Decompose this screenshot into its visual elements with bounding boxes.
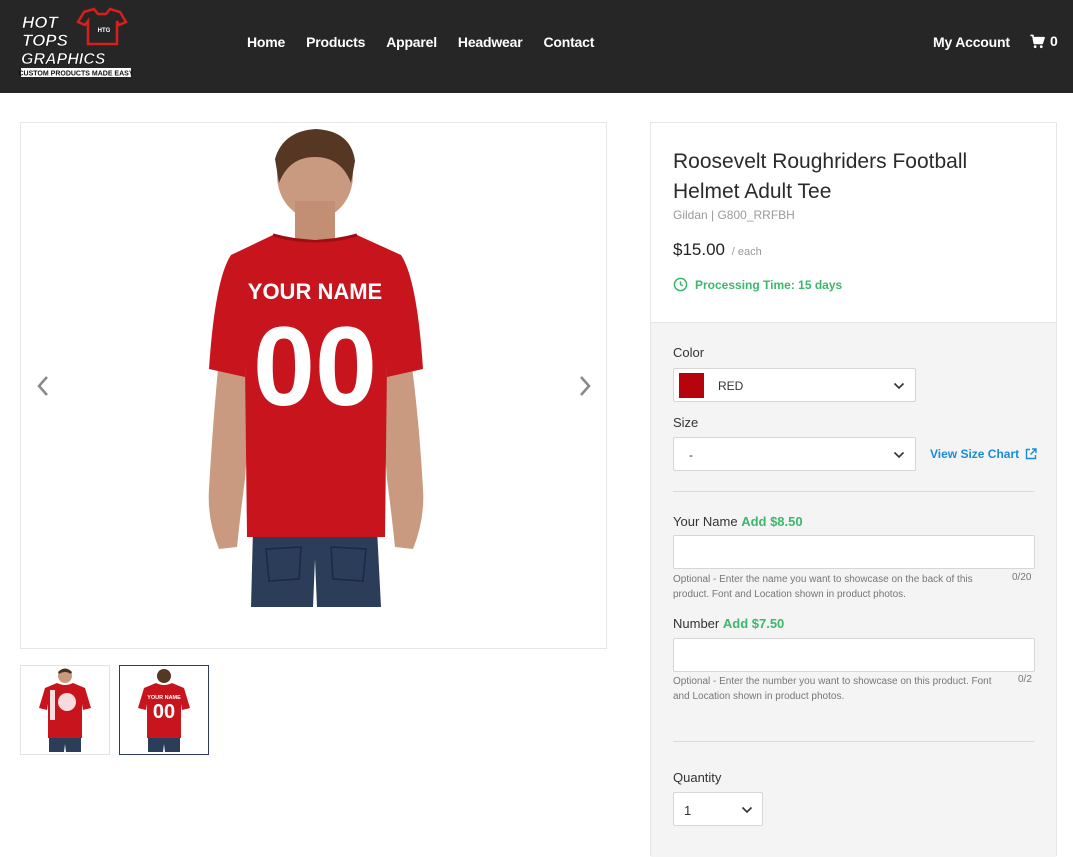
nav-apparel[interactable]: Apparel (386, 34, 437, 50)
chevron-down-icon (741, 805, 753, 815)
svg-text:00: 00 (253, 304, 377, 429)
quantity-divider (673, 741, 1034, 742)
your-name-input[interactable] (673, 535, 1035, 569)
svg-text:00: 00 (153, 701, 175, 723)
product-price: $15.00 / each (673, 240, 762, 260)
clock-icon (673, 277, 688, 292)
view-size-chart-link[interactable]: View Size Chart (930, 447, 1037, 461)
svg-text:HTG: HTG (98, 28, 111, 34)
your-name-char-count: 0/20 (1012, 572, 1032, 583)
size-label: Size (673, 415, 699, 430)
chevron-right-icon (580, 376, 591, 396)
main-product-image: YOUR NAME 00 (191, 129, 441, 607)
svg-text:CUSTOM PRODUCTS MADE EASY: CUSTOM PRODUCTS MADE EASY (19, 71, 134, 78)
color-select-value: RED (718, 379, 744, 393)
processing-time-text: Processing Time: 15 days (695, 277, 843, 292)
size-select-value: - (689, 448, 693, 462)
svg-text:TOPS: TOPS (22, 31, 69, 50)
nav-home[interactable]: Home (247, 34, 285, 50)
price-unit: / each (731, 246, 762, 258)
quantity-label: Quantity (673, 770, 722, 785)
product-gallery: YOUR NAME 00 (20, 122, 607, 649)
svg-text:YOUR NAME: YOUR NAME (248, 279, 382, 304)
shirt-front-thumbnail (39, 668, 91, 752)
number-price-add: Add $7.50 (722, 616, 785, 631)
gallery-prev-button[interactable] (34, 373, 52, 399)
your-name-label: Your Name Add $8.50 (673, 514, 803, 529)
options-divider (673, 491, 1034, 492)
product-options: Color RED Size - View Size Chart Your Na… (651, 322, 1056, 857)
product-details-panel: Roosevelt Roughriders Football Helmet Ad… (650, 122, 1057, 857)
size-chart-label: View Size Chart (930, 447, 1020, 461)
product-sku: Gildan | G800_RRFBH (673, 208, 795, 222)
thumbnail-front[interactable] (20, 665, 110, 755)
svg-text:HOT: HOT (22, 13, 60, 32)
shirt-back-thumbnail: YOUR NAME 00 (138, 669, 190, 752)
price-value: $15.00 (673, 240, 725, 259)
logo-graphic: HTG HOT TOPS GRAPHICS CUSTOM PRODUCTS MA… (19, 7, 134, 78)
number-label: Number Add $7.50 (673, 616, 784, 631)
processing-time: Processing Time: 15 days (673, 277, 842, 292)
nav-products[interactable]: Products (306, 34, 365, 50)
external-link-icon (1025, 448, 1037, 460)
number-char-count: 0/2 (1018, 674, 1032, 685)
chevron-down-icon (893, 450, 905, 460)
number-help: Optional - Enter the number you want to … (673, 676, 992, 702)
color-label: Color (673, 345, 705, 360)
svg-text:GRAPHICS: GRAPHICS (21, 51, 106, 68)
your-name-price-add: Add $8.50 (741, 514, 803, 529)
size-select[interactable]: - (673, 437, 916, 471)
color-select[interactable]: RED (673, 368, 916, 402)
your-name-label-text: Your Name (673, 514, 738, 529)
product-summary: Roosevelt Roughriders Football Helmet Ad… (651, 123, 1056, 322)
gallery-thumbnails: YOUR NAME 00 (20, 665, 209, 755)
cart-button[interactable]: 0 (1030, 33, 1058, 49)
your-name-help: Optional - Enter the name you want to sh… (673, 574, 973, 600)
quantity-value: 1 (684, 803, 692, 818)
number-label-text: Number (673, 616, 720, 631)
chevron-down-icon (893, 381, 905, 391)
color-swatch (679, 373, 704, 398)
gallery-next-button[interactable] (576, 373, 594, 399)
thumbnail-back[interactable]: YOUR NAME 00 (119, 665, 209, 755)
site-header: HTG HOT TOPS GRAPHICS CUSTOM PRODUCTS MA… (0, 0, 1073, 93)
quantity-select[interactable]: 1 (673, 792, 763, 826)
number-input[interactable] (673, 638, 1035, 672)
cart-icon (1030, 34, 1045, 48)
site-logo[interactable]: HTG HOT TOPS GRAPHICS CUSTOM PRODUCTS MA… (18, 6, 136, 80)
my-account-link[interactable]: My Account (933, 34, 1010, 50)
nav-contact[interactable]: Contact (543, 34, 594, 50)
product-title: Roosevelt Roughriders Football Helmet Ad… (673, 150, 968, 203)
cart-count: 0 (1050, 33, 1058, 49)
main-nav: Home Products Apparel Headwear Contact (247, 34, 615, 50)
shirt-back-illustration: YOUR NAME 00 (208, 129, 424, 607)
chevron-left-icon (37, 376, 48, 396)
nav-headwear[interactable]: Headwear (458, 34, 523, 50)
